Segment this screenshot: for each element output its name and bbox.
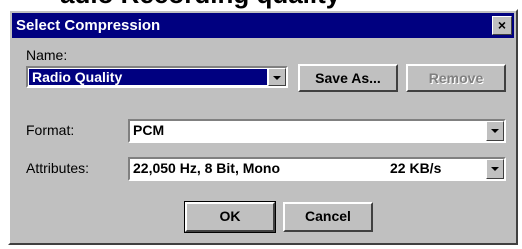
- name-label: Name:: [26, 47, 68, 63]
- close-icon: ×: [497, 17, 507, 33]
- title-bar: Select Compression ×: [12, 13, 514, 38]
- attributes-combobox[interactable]: 22,050 Hz, 8 Bit, Mono 22 KB/s: [128, 157, 506, 181]
- name-value: Radio Quality: [29, 69, 267, 85]
- format-value: PCM: [133, 122, 165, 138]
- close-button[interactable]: ×: [492, 16, 512, 35]
- page: adio Recording quality Select Compressio…: [0, 0, 522, 249]
- dialog-title: Select Compression: [16, 17, 161, 34]
- select-compression-dialog: Select Compression × Name: Radio Quality…: [8, 9, 518, 245]
- save-as-button[interactable]: Save As...: [298, 64, 398, 92]
- chevron-down-icon: [273, 76, 281, 80]
- chevron-down-icon: [491, 129, 499, 133]
- cancel-button[interactable]: Cancel: [283, 202, 373, 232]
- attributes-value: 22,050 Hz, 8 Bit, Mono: [133, 160, 281, 176]
- attributes-label: Attributes:: [26, 160, 90, 176]
- format-label: Format:: [26, 122, 75, 138]
- attributes-rate: 22 KB/s: [390, 160, 442, 176]
- name-dropdown-button[interactable]: [268, 68, 286, 86]
- ok-button[interactable]: OK: [184, 201, 276, 233]
- chevron-down-icon: [491, 167, 499, 171]
- format-dropdown-button[interactable]: [486, 121, 504, 141]
- format-combobox[interactable]: PCM: [128, 119, 506, 143]
- remove-button: Remove: [406, 64, 506, 92]
- attributes-dropdown-button[interactable]: [486, 159, 504, 179]
- name-combobox[interactable]: Radio Quality: [26, 66, 288, 88]
